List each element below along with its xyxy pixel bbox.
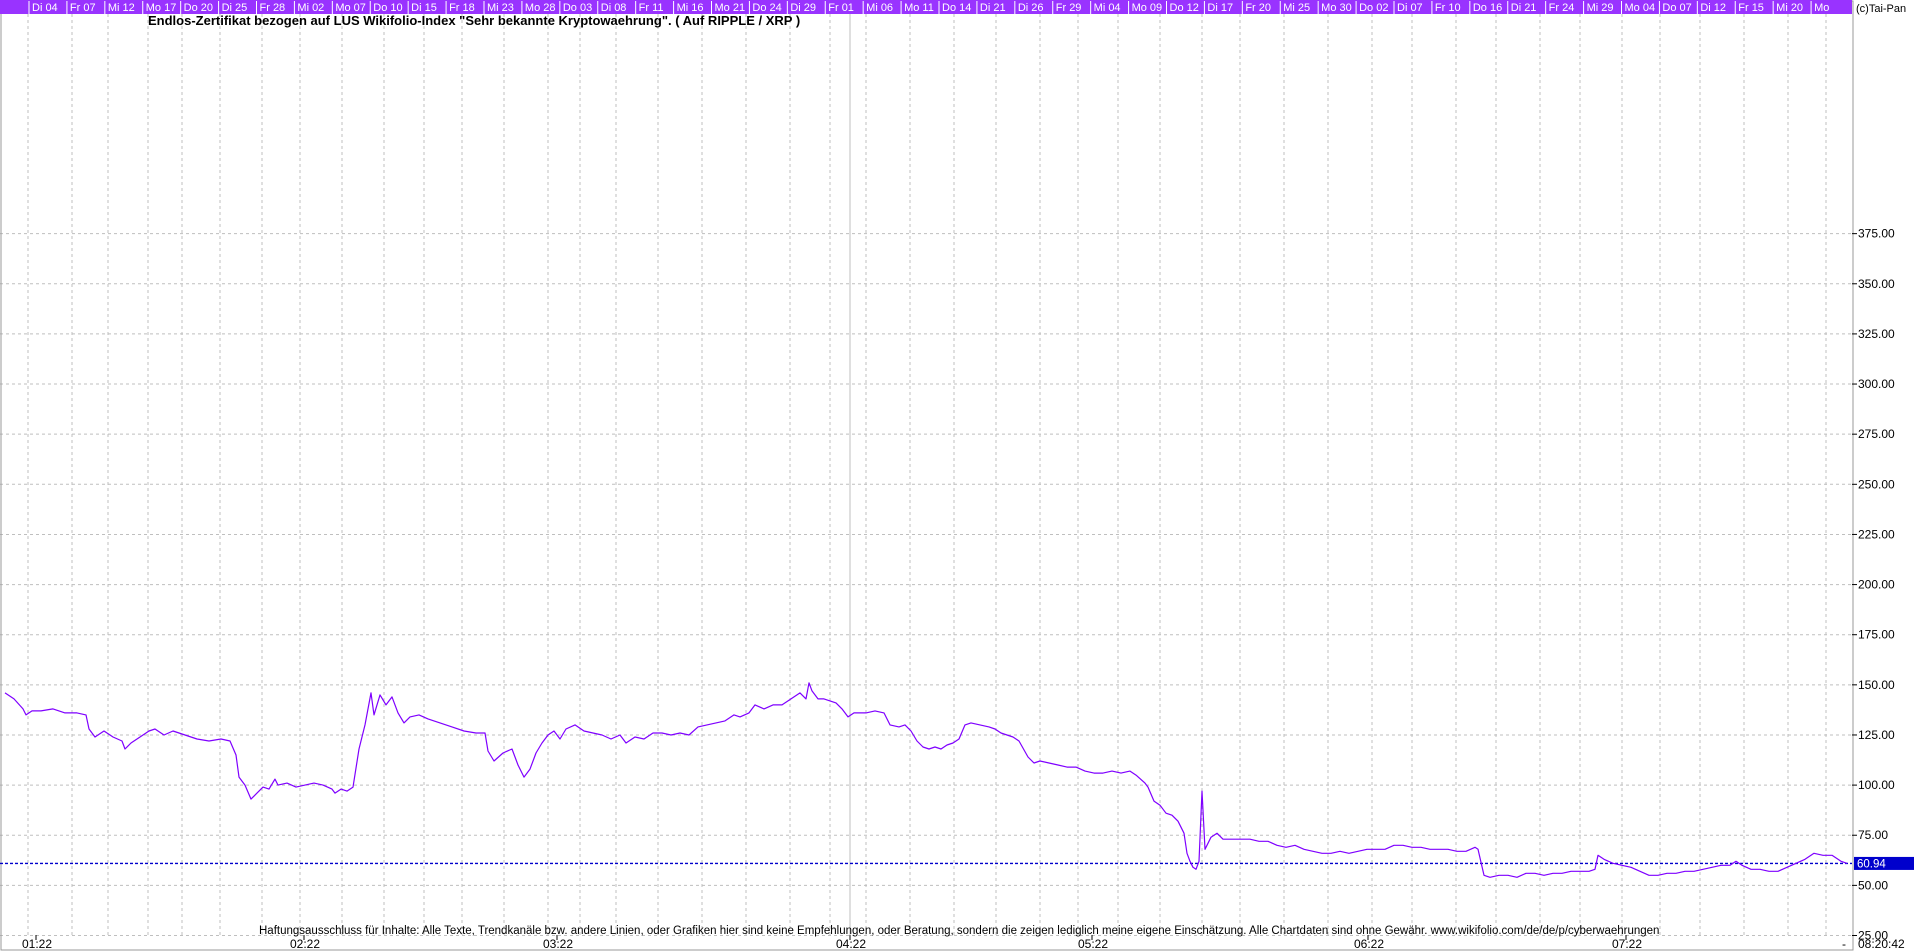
x-tick-label: 06:22	[1354, 937, 1384, 951]
day-label: Mo 11	[904, 2, 934, 14]
x-tick-label: 03:22	[543, 937, 573, 951]
day-label: Di 04	[32, 2, 58, 14]
y-tick-label: 325.00	[1858, 327, 1895, 341]
y-tick-label: 125.00	[1858, 728, 1895, 742]
day-label: Di 17	[1207, 2, 1233, 14]
y-tick-label: 350.00	[1858, 277, 1895, 291]
chart-canvas: Di 04 Fr 07 Mi 12 Mo 17 Do 20 Di 25 Fr 28 Mi 02…	[0, 0, 1916, 952]
y-tick-label: 375.00	[1858, 227, 1895, 241]
day-label: Di 26	[1018, 2, 1044, 14]
y-tick-label: 175.00	[1858, 628, 1895, 642]
day-label: Mo	[1814, 2, 1829, 14]
day-label: Fr 15	[1738, 2, 1764, 14]
y-tick-label: 275.00	[1858, 427, 1895, 441]
day-label: Mi 25	[1283, 2, 1310, 14]
y-tick-label: 225.00	[1858, 527, 1895, 541]
day-label: Fr 07	[70, 2, 96, 14]
y-tick-label: 100.00	[1858, 778, 1895, 792]
day-label: Mo 09	[1132, 2, 1163, 14]
x-tick-label: 02:22	[290, 937, 320, 951]
y-tick-label: 50.00	[1858, 878, 1888, 892]
y-tick-label: 300.00	[1858, 377, 1895, 391]
day-label: Fr 10	[1435, 2, 1461, 14]
x-tick-label: 05:22	[1078, 937, 1108, 951]
day-label: Di 21	[980, 2, 1006, 14]
day-label: Mo 30	[1321, 2, 1352, 14]
time-label: 08:20:42	[1858, 937, 1905, 951]
day-label: Do 12	[1170, 2, 1199, 14]
x-tick-label: 07:22	[1612, 937, 1642, 951]
day-label: Fr 24	[1549, 2, 1575, 14]
day-label: Fr 01	[828, 2, 854, 14]
day-label: Mi 29	[1587, 2, 1614, 14]
day-label: Do 02	[1359, 2, 1388, 14]
day-label: Fr 29	[1056, 2, 1082, 14]
dash-label: -	[1842, 937, 1846, 951]
chart-background	[0, 0, 1916, 952]
disclaimer-text: Haftungsausschluss für Inhalte: Alle Tex…	[259, 925, 1659, 937]
day-label: Di 21	[1511, 2, 1537, 14]
day-label: Do 14	[942, 2, 971, 14]
y-tick-label: 150.00	[1858, 678, 1895, 692]
day-label: Mo 04	[1625, 2, 1656, 14]
y-tick-label: 75.00	[1858, 828, 1888, 842]
day-label: Mi 20	[1776, 2, 1803, 14]
day-label: Do 16	[1473, 2, 1502, 14]
y-tick-label: 250.00	[1858, 477, 1895, 491]
day-label: Mi 04	[1094, 2, 1121, 14]
current-value-label: 60.94	[1857, 858, 1886, 870]
day-label: Di 07	[1397, 2, 1423, 14]
chart-title: Endlos-Zertifikat bezogen auf LUS Wikifo…	[148, 13, 800, 28]
x-tick-label: 01:22	[22, 937, 52, 951]
day-label: Mi 06	[866, 2, 893, 14]
day-label: Mi 12	[108, 2, 135, 14]
x-tick-label: 04:22	[836, 937, 866, 951]
day-label: Fr 20	[1245, 2, 1271, 14]
day-label: Do 07	[1662, 2, 1691, 14]
y-tick-label: 200.00	[1858, 578, 1895, 592]
day-label: Di 12	[1700, 2, 1726, 14]
copyright-label: (c)Tai-Pan	[1856, 3, 1906, 15]
